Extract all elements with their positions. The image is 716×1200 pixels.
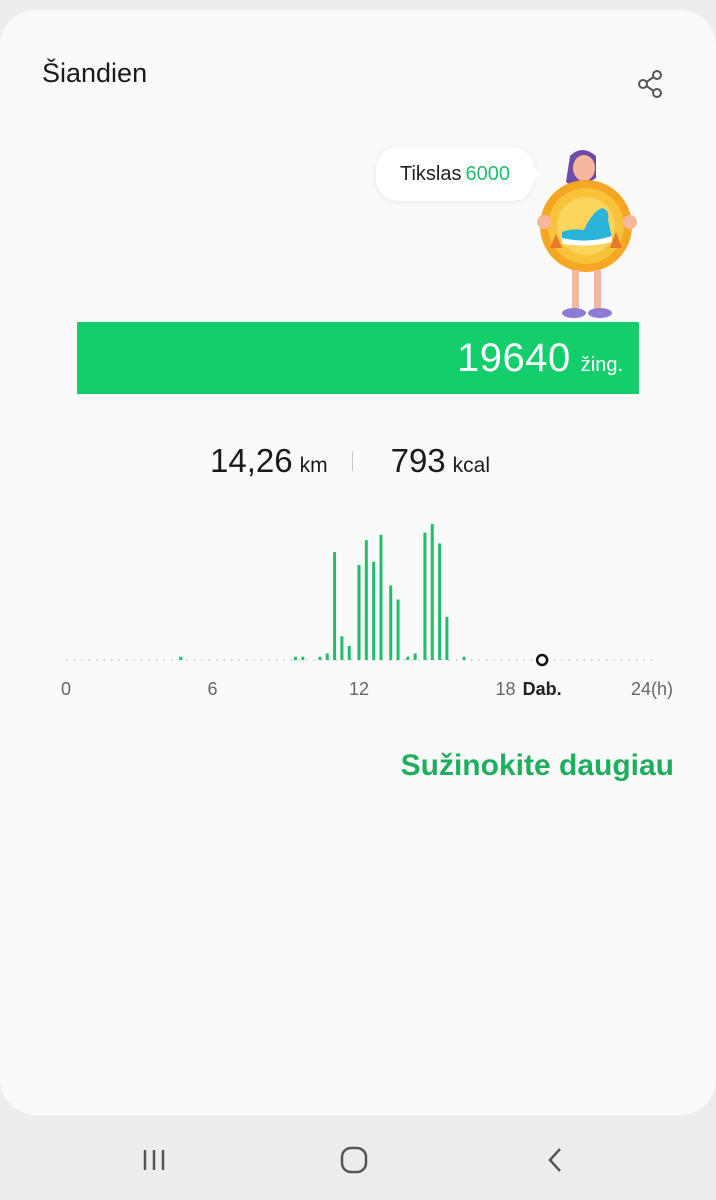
chart-bar [430,524,434,660]
chart-bar [413,653,417,660]
chart-bar [438,543,442,660]
chart-bar [333,552,337,660]
steps-unit: žing. [580,354,623,376]
calories-unit: kcal [452,454,491,477]
home-button[interactable] [324,1138,384,1182]
chart-bar [445,616,449,660]
chart-bar [364,540,368,660]
chart-bar [357,565,361,660]
steps-count: 19640 žing. [457,336,623,381]
calories-value: 793 [390,442,446,479]
chart-bar [347,645,351,660]
chart-bar [406,656,410,660]
steps-card: Šiandien Tikslas 6000 19640 žing. 14,26 … [0,10,716,1115]
distance-unit: km [299,454,328,477]
goal-label: Tikslas [400,162,462,185]
now-label: Dab. [523,679,562,699]
chart-bar [301,656,305,660]
stats-row: 14,26 km 793 kcal [210,442,490,480]
chart-bar [396,599,400,660]
recents-icon [143,1150,165,1170]
x-tick-label: 24(h) [631,679,673,699]
chart-bar [325,653,329,660]
share-icon [638,70,662,98]
chart-bar [372,561,376,660]
chart-bar [340,636,344,660]
now-marker [535,653,549,667]
x-tick-label: 6 [207,679,217,699]
chart-bar [294,656,298,660]
x-tick-label: 0 [61,679,71,699]
goal-bubble: Tikslas 6000 [376,147,543,201]
system-nav-bar [0,1120,716,1200]
chart-bar [389,585,393,660]
chart-bar [423,532,427,660]
x-tick-label: 18 [495,679,515,699]
back-icon [548,1148,561,1172]
recents-button[interactable] [124,1138,184,1182]
back-button[interactable] [526,1138,586,1182]
runner-illustration [537,150,637,318]
chart-bar [318,656,322,660]
steps-progress-bar: 19640 žing. [77,322,639,394]
chart-bar [379,534,383,660]
chart-bar [179,656,183,660]
learn-more-link[interactable]: Sužinokite daugiau [401,749,674,783]
share-button[interactable] [632,66,668,102]
home-icon [340,1146,368,1174]
goal-value: 6000 [465,162,510,185]
chart-bar [462,656,466,660]
steps-value: 19640 [457,336,571,380]
page-title: Šiandien [42,58,148,88]
hourly-steps-chart: 0 6 12 18 24(h) Dab. [61,524,673,699]
distance-value: 14,26 [210,442,293,479]
x-tick-label: 12 [349,679,369,699]
stats-divider [351,451,353,471]
